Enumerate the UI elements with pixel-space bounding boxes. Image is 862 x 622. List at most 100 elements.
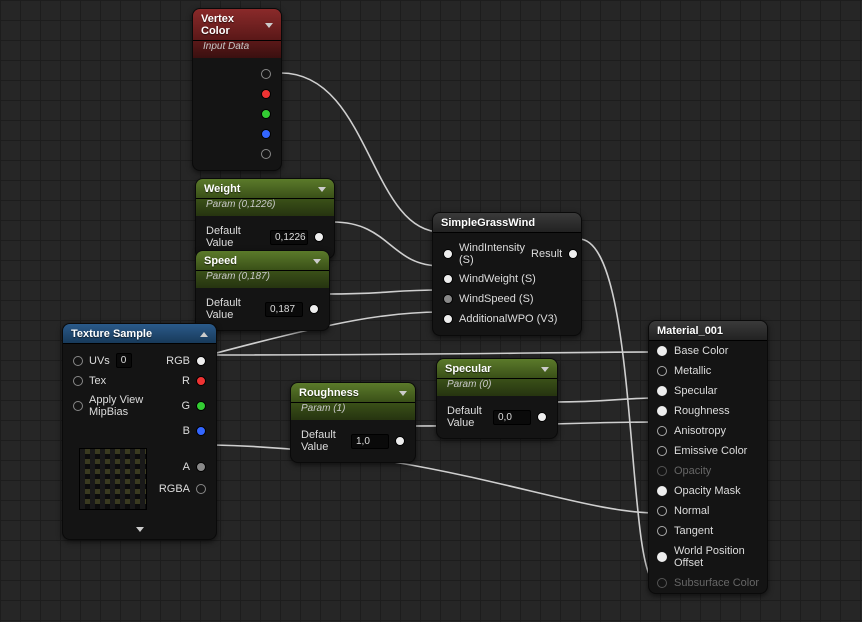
node-simple-grass-wind[interactable]: SimpleGrassWind WindIntensity (S) Result… xyxy=(432,212,582,336)
node-header[interactable]: SimpleGrassWind xyxy=(433,213,581,233)
node-header[interactable]: Speed xyxy=(196,251,329,271)
default-value-input[interactable]: 0,0 xyxy=(493,410,531,425)
output-pin-result[interactable] xyxy=(568,249,578,259)
input-pin-tex[interactable] xyxy=(73,376,83,386)
weight-label: WindWeight (S) xyxy=(459,273,536,285)
node-title: Roughness xyxy=(299,387,359,399)
material-input-pin[interactable] xyxy=(657,446,667,456)
chevron-up-icon[interactable] xyxy=(200,332,208,337)
material-pin-label: Normal xyxy=(674,505,709,517)
material-input-pin[interactable] xyxy=(657,578,667,588)
material-pin-row[interactable]: Opacity Mask xyxy=(649,481,767,501)
node-subtitle: Param (0,1226) xyxy=(196,199,334,216)
output-pin-white[interactable] xyxy=(261,69,271,79)
node-title: Vertex Color xyxy=(201,13,265,37)
output-pin-green[interactable] xyxy=(261,109,271,119)
material-pin-row[interactable]: Metallic xyxy=(649,361,767,381)
output-pin-rgba[interactable] xyxy=(196,484,206,494)
material-input-pin[interactable] xyxy=(657,386,667,396)
output-pin[interactable] xyxy=(314,232,324,242)
node-material-output[interactable]: Material_001 Base Color Metallic SpecularR… xyxy=(648,320,768,594)
chevron-down-icon[interactable] xyxy=(265,23,273,28)
material-pin-label: Opacity xyxy=(674,465,711,477)
output-pin-b[interactable] xyxy=(196,426,206,436)
material-pin-row[interactable]: Specular xyxy=(649,381,767,401)
material-input-pin[interactable] xyxy=(657,486,667,496)
mipbias-label: Apply View MipBias xyxy=(89,394,175,418)
result-label: Result xyxy=(531,248,562,260)
material-input-pin[interactable] xyxy=(657,406,667,416)
node-title: Texture Sample xyxy=(71,328,152,340)
material-pin-row[interactable]: World Position Offset xyxy=(649,541,767,573)
tex-label: Tex xyxy=(89,375,106,387)
material-input-pin[interactable] xyxy=(657,346,667,356)
chevron-down-icon[interactable] xyxy=(318,187,326,192)
material-input-pin[interactable] xyxy=(657,366,667,376)
node-subtitle: Input Data xyxy=(193,41,281,58)
material-pin-label: Anisotropy xyxy=(674,425,726,437)
material-input-pin[interactable] xyxy=(657,552,667,562)
default-value-input[interactable]: 0,1226 xyxy=(270,230,308,245)
node-header[interactable]: Roughness xyxy=(291,383,415,403)
output-pin[interactable] xyxy=(537,412,547,422)
intensity-label: WindIntensity (S) xyxy=(459,242,525,266)
node-specular[interactable]: Specular Param (0) Default Value 0,0 xyxy=(436,358,558,439)
node-roughness[interactable]: Roughness Param (1) Default Value 1,0 xyxy=(290,382,416,463)
material-pin-row[interactable]: Emissive Color xyxy=(649,441,767,461)
chevron-down-icon[interactable] xyxy=(541,367,549,372)
material-pin-list: Base Color Metallic SpecularRoughness Aniso… xyxy=(649,341,767,593)
output-pin-rgb[interactable] xyxy=(196,356,206,366)
texture-preview xyxy=(79,448,147,510)
material-pin-row[interactable]: Opacity xyxy=(649,461,767,481)
material-pin-label: Subsurface Color xyxy=(674,577,759,589)
output-pin-blue[interactable] xyxy=(261,129,271,139)
output-pin-red[interactable] xyxy=(261,89,271,99)
material-input-pin[interactable] xyxy=(657,506,667,516)
material-pin-label: Metallic xyxy=(674,365,711,377)
material-pin-row[interactable]: Subsurface Color xyxy=(649,573,767,593)
material-pin-row[interactable]: Tangent xyxy=(649,521,767,541)
input-pin-intensity[interactable] xyxy=(443,249,453,259)
input-pin-mipbias[interactable] xyxy=(73,401,83,411)
material-pin-row[interactable]: Base Color xyxy=(649,341,767,361)
material-pin-row[interactable]: Normal xyxy=(649,501,767,521)
a-label: A xyxy=(183,461,190,473)
node-header[interactable]: Weight xyxy=(196,179,334,199)
node-subtitle: Param (1) xyxy=(291,403,415,420)
node-vertex-color[interactable]: Vertex Color Input Data xyxy=(192,8,282,171)
material-pin-label: Base Color xyxy=(674,345,728,357)
input-pin-awpo[interactable] xyxy=(443,314,453,324)
input-pin-uvs[interactable] xyxy=(73,356,83,366)
node-texture-sample[interactable]: Texture Sample UVs 0 RGB Tex R xyxy=(62,323,217,540)
output-pin-r[interactable] xyxy=(196,376,206,386)
material-input-pin[interactable] xyxy=(657,426,667,436)
material-pin-row[interactable]: Anisotropy xyxy=(649,421,767,441)
material-input-pin[interactable] xyxy=(657,466,667,476)
r-label: R xyxy=(182,375,190,387)
input-pin-speed[interactable] xyxy=(443,294,453,304)
node-title: Speed xyxy=(204,255,237,267)
node-header[interactable]: Specular xyxy=(437,359,557,379)
chevron-down-icon[interactable] xyxy=(399,391,407,396)
node-header[interactable]: Texture Sample xyxy=(63,324,216,344)
output-pin-a[interactable] xyxy=(196,462,206,472)
uvs-value[interactable]: 0 xyxy=(116,353,132,368)
chevron-down-icon[interactable] xyxy=(136,527,144,532)
material-pin-row[interactable]: Roughness xyxy=(649,401,767,421)
output-pin[interactable] xyxy=(395,436,405,446)
output-pin-alpha[interactable] xyxy=(261,149,271,159)
default-value-input[interactable]: 0,187 xyxy=(265,302,303,317)
material-input-pin[interactable] xyxy=(657,526,667,536)
material-pin-label: Tangent xyxy=(674,525,713,537)
output-pin-g[interactable] xyxy=(196,401,206,411)
chevron-down-icon[interactable] xyxy=(313,259,321,264)
default-value-input[interactable]: 1,0 xyxy=(351,434,389,449)
node-header[interactable]: Vertex Color xyxy=(193,9,281,41)
node-speed[interactable]: Speed Param (0,187) Default Value 0,187 xyxy=(195,250,330,331)
node-weight[interactable]: Weight Param (0,1226) Default Value 0,12… xyxy=(195,178,335,259)
node-title: Specular xyxy=(445,363,491,375)
b-label: B xyxy=(183,425,190,437)
output-pin[interactable] xyxy=(309,304,319,314)
node-header[interactable]: Material_001 xyxy=(649,321,767,341)
input-pin-weight[interactable] xyxy=(443,274,453,284)
